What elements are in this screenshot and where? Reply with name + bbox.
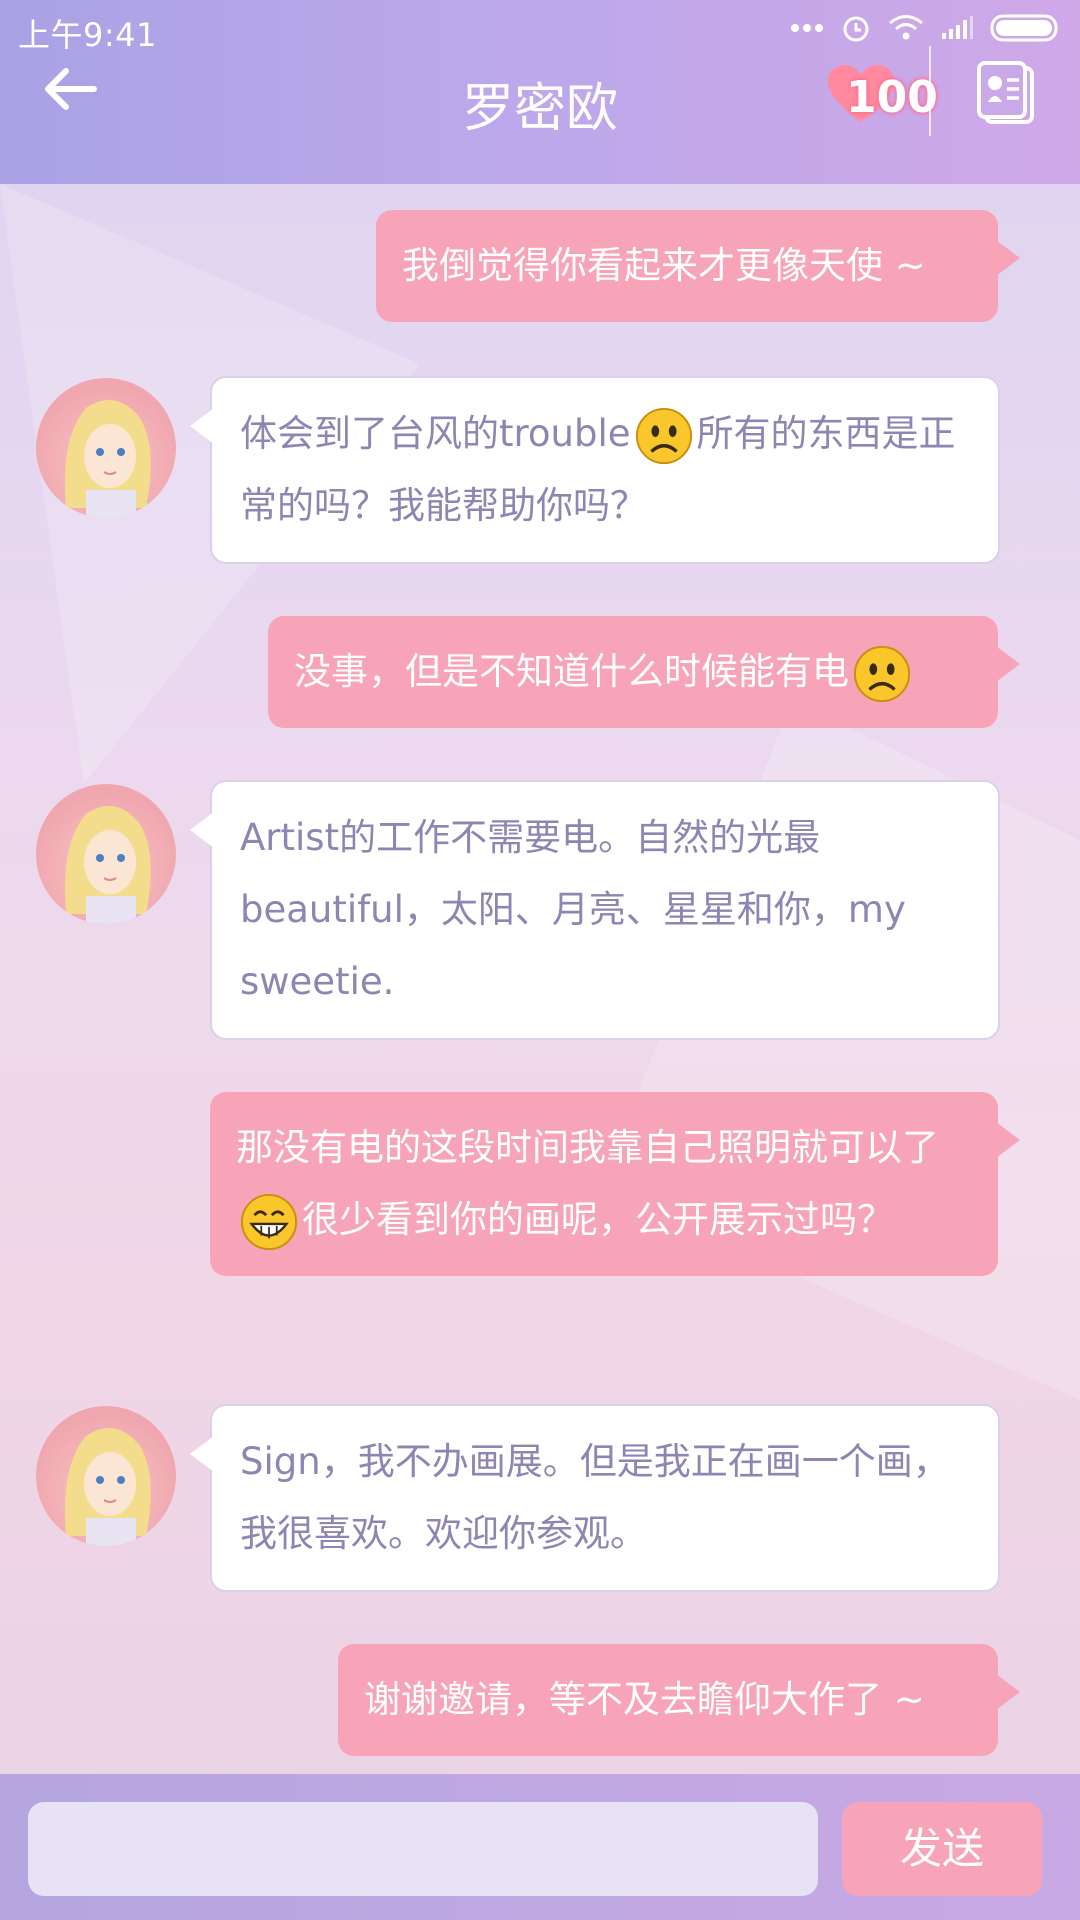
sad-face-emoji-icon	[635, 407, 692, 464]
avatar[interactable]	[36, 1406, 176, 1546]
header-divider	[929, 46, 931, 136]
romeo-avatar-icon	[64, 400, 151, 518]
message-input[interactable]	[28, 1802, 818, 1896]
status-icons	[790, 12, 1062, 44]
incoming-message: Artist的工作不需要电。自然的光最beautiful，太阳、月亮、星星和你，…	[190, 780, 1000, 1040]
bubble-tail	[996, 240, 1020, 276]
message-text: 体会到了台风的trouble	[240, 412, 631, 455]
romeo-avatar-icon	[64, 806, 151, 924]
contact-card-button[interactable]	[976, 60, 1038, 126]
message-text: Artist的工作不需要电。自然的光最beautiful，太阳、月亮、星星和你，…	[240, 816, 906, 1003]
bubble-tail	[996, 1674, 1020, 1710]
sad-face-emoji-icon	[853, 645, 911, 702]
outgoing-message: 那没有电的这段时间我靠自己照明就可以了很少看到你的画呢，公开展示过吗？	[210, 1092, 1020, 1276]
signal-icon	[942, 16, 973, 39]
affection-counter[interactable]: 100	[826, 62, 938, 132]
status-time: 上午9:41	[18, 16, 157, 54]
alarm-icon	[843, 16, 869, 42]
grinning-face-emoji-icon	[240, 1193, 298, 1250]
contact-card-icon	[977, 61, 1034, 124]
incoming-message: Sign，我不办画展。但是我正在画一个画，我很喜欢。欢迎你参观。	[190, 1404, 1000, 1592]
input-bar: 发送	[0, 1774, 1080, 1920]
outgoing-message: 我倒觉得你看起来才更像天使 ~	[376, 210, 1020, 322]
app-header: 上午9:41 罗密欧 100	[0, 0, 1080, 184]
bubble-tail	[190, 408, 214, 444]
message-text: 谢谢邀请，等不及去瞻仰大作了 ~	[364, 1678, 925, 1721]
status-bar: 上午9:41	[0, 0, 1080, 58]
battery-icon	[990, 14, 1058, 42]
send-button[interactable]: 发送	[842, 1802, 1042, 1896]
romeo-avatar-icon	[64, 1428, 151, 1546]
bubble-tail	[996, 1122, 1020, 1158]
bubble-tail	[996, 646, 1020, 682]
message-text: 很少看到你的画呢，公开展示过吗？	[302, 1198, 894, 1241]
incoming-message: 体会到了台风的trouble 所有的东西是正常的吗？我能帮助你吗？	[190, 376, 1000, 564]
outgoing-message: 谢谢邀请，等不及去瞻仰大作了 ~	[338, 1644, 1020, 1756]
avatar[interactable]	[36, 378, 176, 518]
chat-list[interactable]: 我倒觉得你看起来才更像天使 ~ 体会到了台风的trouble 所有的东西是正常的吗…	[0, 184, 1080, 1774]
wifi-icon	[889, 15, 923, 40]
message-text: Sign，我不办画展。但是我正在画一个画，我很喜欢。欢迎你参观。	[240, 1440, 950, 1555]
message-text: 没事，但是不知道什么时候能有电	[294, 650, 849, 693]
more-dots-icon	[791, 24, 823, 32]
bubble-tail	[190, 1436, 214, 1472]
bubble-tail	[190, 812, 214, 848]
heart-count: 100	[846, 72, 938, 123]
outgoing-message: 没事，但是不知道什么时候能有电	[268, 616, 1020, 728]
message-text: 那没有电的这段时间我靠自己照明就可以了	[236, 1126, 939, 1169]
message-text: 我倒觉得你看起来才更像天使 ~	[402, 244, 926, 287]
avatar[interactable]	[36, 784, 176, 924]
